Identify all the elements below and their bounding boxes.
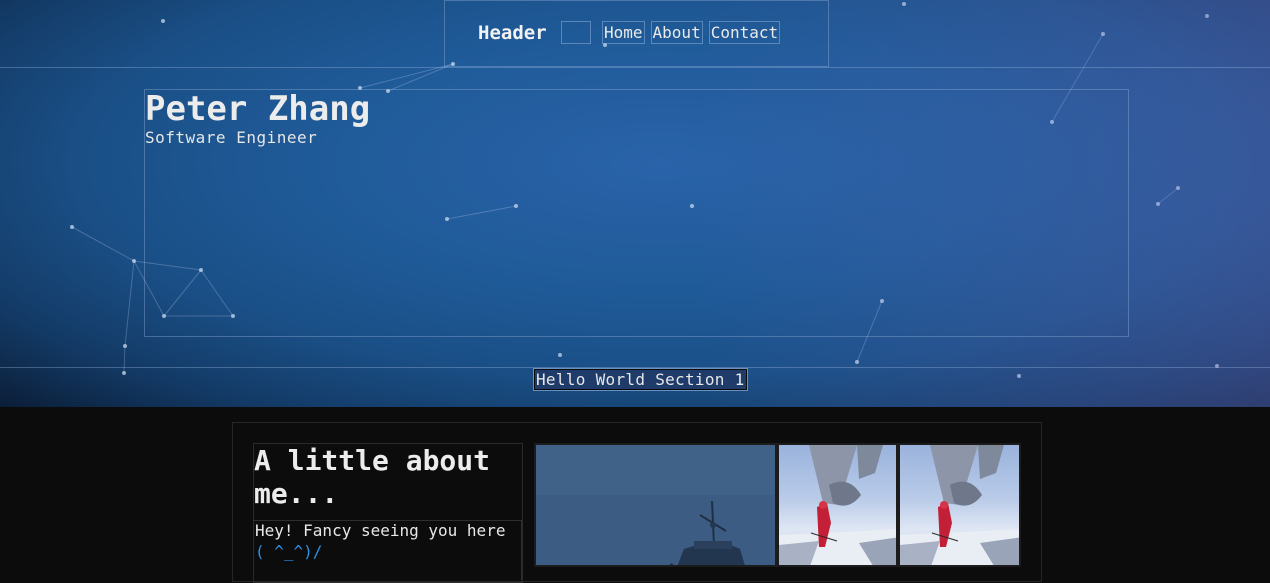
gallery-image-warrior-1[interactable] — [777, 443, 898, 567]
section-label: Hello World Section 1 — [533, 368, 748, 391]
gallery-image-lighthouse[interactable] — [534, 443, 777, 567]
nav-link-home[interactable]: Home — [602, 21, 645, 44]
about-heading: A little about me... — [254, 444, 491, 510]
main-nav: Home About Contact — [602, 21, 781, 44]
header-spacer — [561, 21, 591, 44]
gallery-image-warrior-2[interactable] — [898, 443, 1021, 567]
site-title: Header — [478, 22, 547, 44]
nav-link-contact[interactable]: Contact — [708, 21, 781, 44]
photo-gallery — [534, 443, 1021, 573]
about-emoticon: ( ^_^)/ — [255, 542, 323, 561]
hero-role: Software Engineer — [145, 128, 318, 147]
hero-name: Peter Zhang — [145, 89, 371, 129]
about-greeting: Hey! Fancy seeing you here — [255, 521, 506, 540]
nav-link-about[interactable]: About — [650, 21, 703, 44]
